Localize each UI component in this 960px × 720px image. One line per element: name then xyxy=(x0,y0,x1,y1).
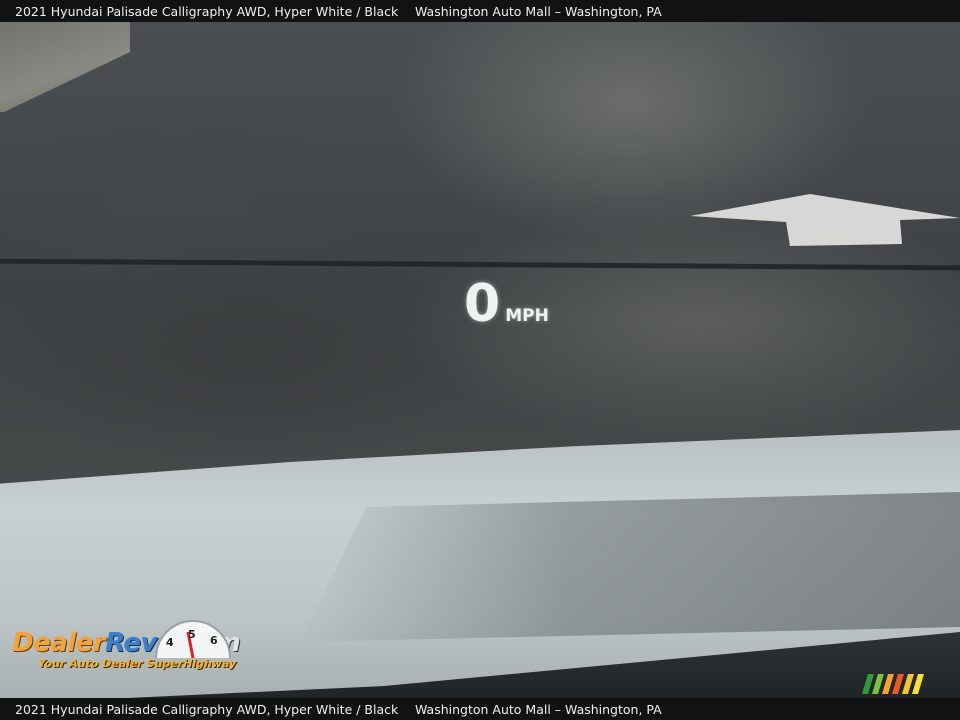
hud-speed-display: 0 MPH xyxy=(464,278,549,330)
caption-vehicle: 2021 Hyundai Palisade Calligraphy AWD, H… xyxy=(15,701,399,717)
gauge-number: 4 xyxy=(166,636,174,649)
stripes-logo-icon xyxy=(862,674,924,694)
gauge-number: 6 xyxy=(210,634,218,647)
road-crack xyxy=(0,258,960,271)
curb xyxy=(0,22,130,112)
hud-speed-unit: MPH xyxy=(505,306,549,326)
road-arrow-icon xyxy=(690,194,960,246)
dealerrevs-logo: 4 5 6 DealerRevs.com Your Auto Dealer Su… xyxy=(12,620,241,670)
gauge-number: 5 xyxy=(188,628,196,641)
caption-dealer: Washington Auto Mall – Washington, PA xyxy=(415,701,662,717)
caption-bar-top: 2021 Hyundai Palisade Calligraphy AWD, H… xyxy=(0,0,960,22)
caption-bar-bottom: 2021 Hyundai Palisade Calligraphy AWD, H… xyxy=(0,698,960,720)
photo-scene: 0 MPH xyxy=(0,22,960,698)
hood-reflection xyxy=(300,492,960,642)
logo-dealer-text: Dealer xyxy=(12,628,106,658)
speedometer-icon: 4 5 6 xyxy=(155,620,231,659)
caption-dealer: Washington Auto Mall – Washington, PA xyxy=(415,3,662,19)
caption-vehicle: 2021 Hyundai Palisade Calligraphy AWD, H… xyxy=(15,3,399,19)
hud-speed-value: 0 xyxy=(464,274,502,334)
